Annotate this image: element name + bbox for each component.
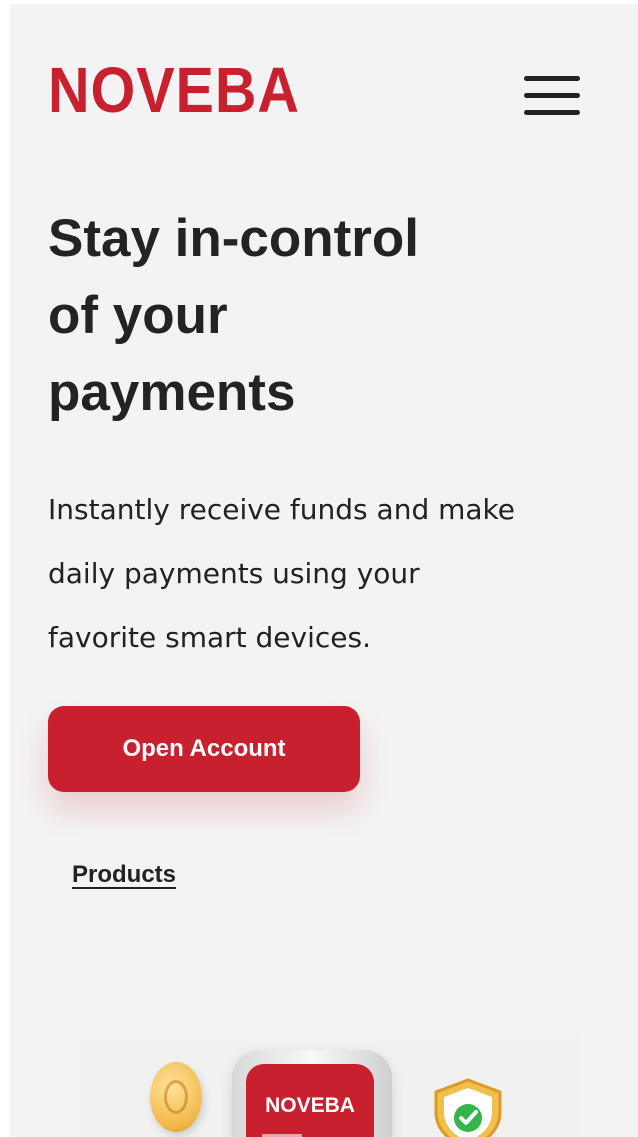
headline-line-2: of your bbox=[48, 286, 228, 345]
subtext-line-2: daily payments using your bbox=[48, 557, 420, 590]
euro-coin-icon bbox=[150, 1062, 202, 1132]
subtext-line-3: favorite smart devices. bbox=[48, 621, 371, 654]
subtext-line-1: Instantly receive funds and make bbox=[48, 493, 515, 526]
hero-subtext: Instantly receive funds and make daily p… bbox=[48, 478, 588, 670]
device-screen: NOVEBA bbox=[246, 1064, 374, 1137]
brand-logo[interactable]: NOVEBA bbox=[48, 54, 300, 126]
menu-bar-middle bbox=[524, 93, 580, 98]
headline-line-3: payments bbox=[48, 363, 296, 422]
headline-line-1: Stay in-control bbox=[48, 209, 420, 268]
menu-bar-bottom bbox=[524, 110, 580, 115]
products-link[interactable]: Products bbox=[72, 861, 176, 889]
open-account-button[interactable]: Open Account bbox=[48, 706, 360, 792]
hamburger-menu-icon[interactable] bbox=[524, 74, 580, 118]
menu-bar-top bbox=[524, 76, 580, 81]
hero-headline: Stay in-control of your payments bbox=[48, 200, 568, 431]
shield-check-icon bbox=[434, 1078, 502, 1137]
smartwatch-icon: NOVEBA bbox=[232, 1050, 392, 1137]
page: NOVEBA Stay in-control of your payments … bbox=[10, 4, 638, 1137]
device-logo: NOVEBA bbox=[265, 1094, 355, 1117]
